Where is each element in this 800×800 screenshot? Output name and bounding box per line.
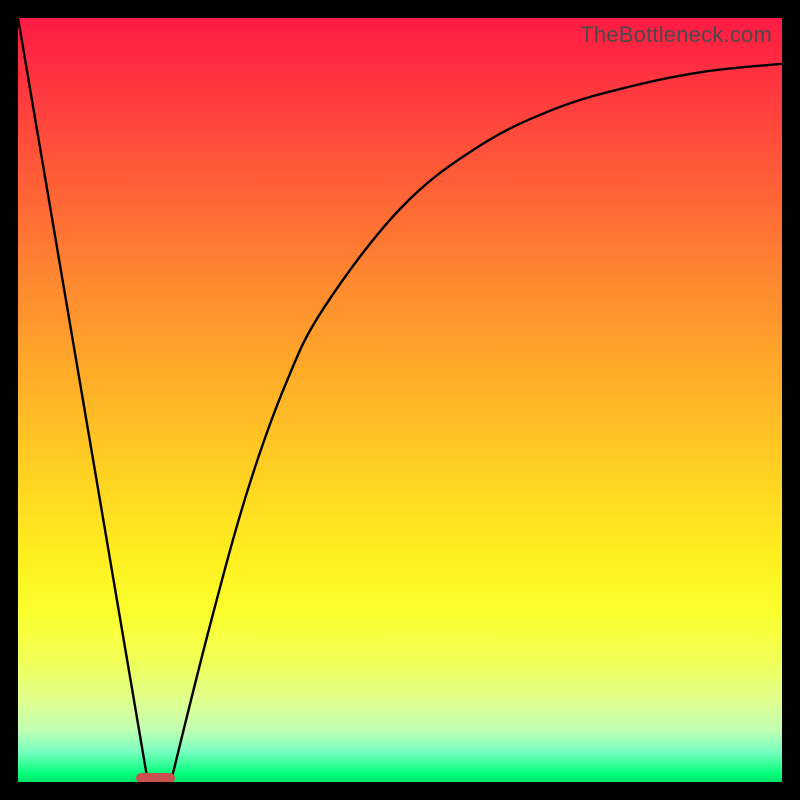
chart-curves	[18, 18, 782, 782]
bottleneck-marker	[136, 773, 174, 782]
plot-area: TheBottleneck.com	[18, 18, 782, 782]
left-curve	[18, 18, 148, 782]
right-curve	[171, 64, 782, 782]
chart-frame: TheBottleneck.com	[0, 0, 800, 800]
